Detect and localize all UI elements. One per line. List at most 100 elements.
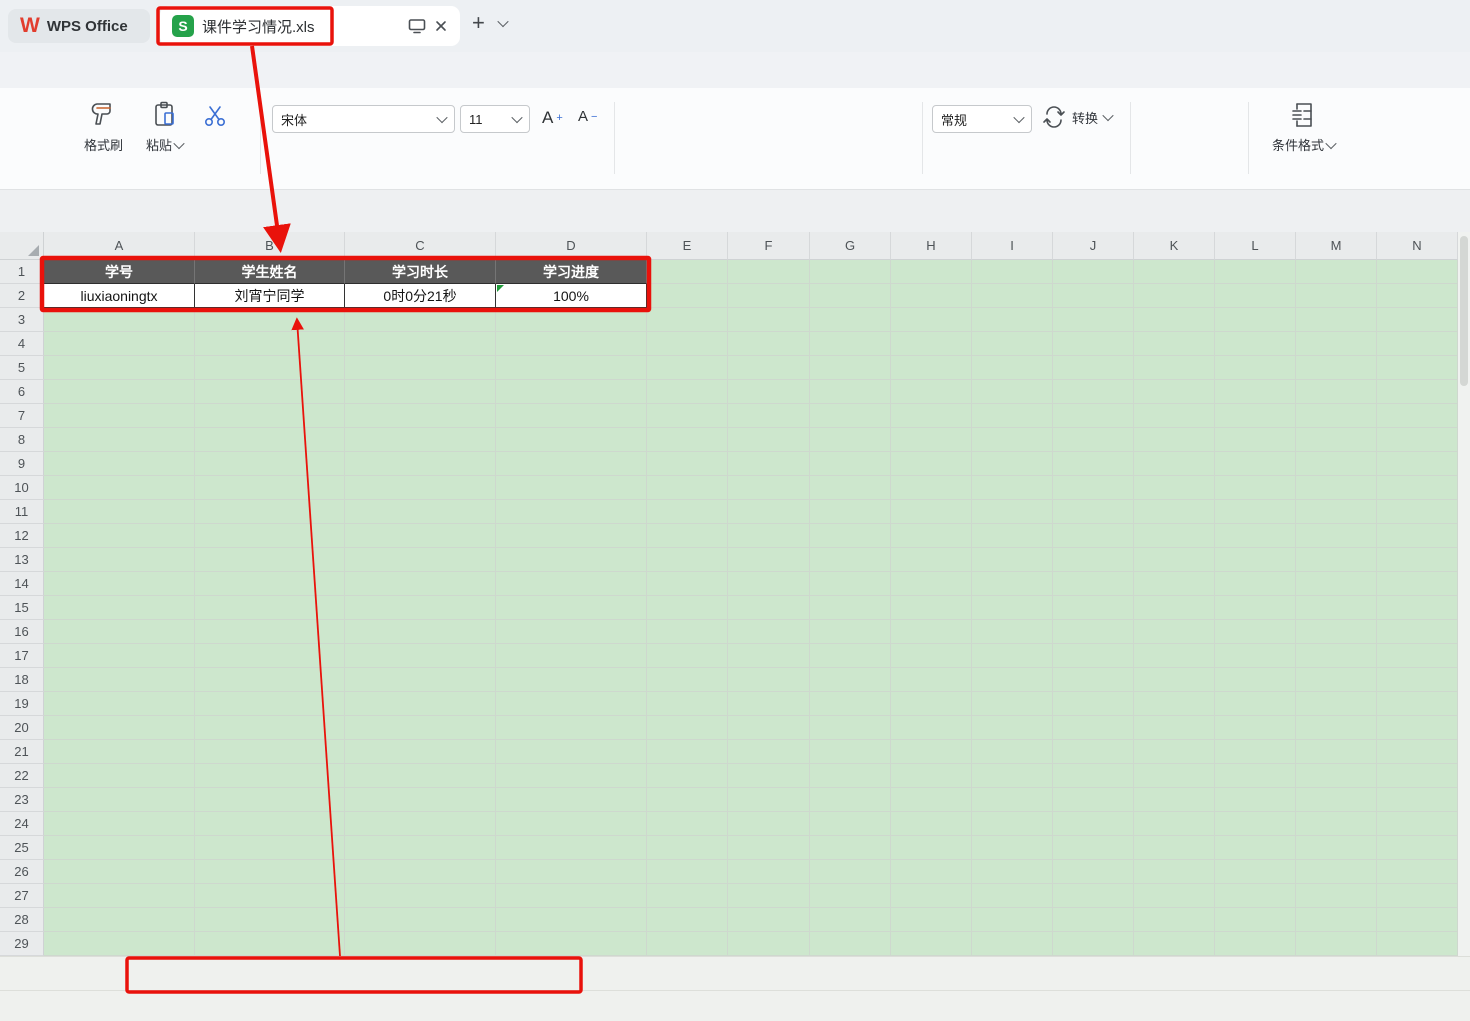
cell-E28[interactable] [647,908,728,932]
cell-G15[interactable] [810,596,891,620]
column-header-D[interactable]: D [496,232,647,260]
cell-C29[interactable] [345,932,496,956]
cell-G12[interactable] [810,524,891,548]
cell-J7[interactable] [1053,404,1134,428]
cell-M16[interactable] [1296,620,1377,644]
cell-G6[interactable] [810,380,891,404]
cell-F21[interactable] [728,740,810,764]
cell-A11[interactable] [44,500,195,524]
cell-M10[interactable] [1296,476,1377,500]
cell-I17[interactable] [972,644,1053,668]
cell-N8[interactable] [1377,428,1458,452]
cell-F13[interactable] [728,548,810,572]
cell-M26[interactable] [1296,860,1377,884]
cell-A9[interactable] [44,452,195,476]
cell-L23[interactable] [1215,788,1296,812]
cell-J20[interactable] [1053,716,1134,740]
cell-D26[interactable] [496,860,647,884]
decrease-font-button[interactable]: A− [578,108,597,125]
cell-J15[interactable] [1053,596,1134,620]
cell-G26[interactable] [810,860,891,884]
cell-A12[interactable] [44,524,195,548]
cell-H27[interactable] [891,884,972,908]
cell-K13[interactable] [1134,548,1215,572]
cell-G7[interactable] [810,404,891,428]
cell-F22[interactable] [728,764,810,788]
cell-G22[interactable] [810,764,891,788]
cell-D2[interactable]: 100% [496,284,647,308]
cell-A3[interactable] [44,308,195,332]
cell-F10[interactable] [728,476,810,500]
cell-F25[interactable] [728,836,810,860]
cell-M28[interactable] [1296,908,1377,932]
cell-F28[interactable] [728,908,810,932]
cell-K1[interactable] [1134,260,1215,284]
cell-G20[interactable] [810,716,891,740]
cell-A4[interactable] [44,332,195,356]
cell-B2[interactable]: 刘宵宁同学 [195,284,345,308]
column-header-K[interactable]: K [1134,232,1215,260]
row-header-9[interactable]: 9 [0,452,44,476]
row-header-14[interactable]: 14 [0,572,44,596]
cell-B11[interactable] [195,500,345,524]
cell-I19[interactable] [972,692,1053,716]
cell-M3[interactable] [1296,308,1377,332]
cell-E5[interactable] [647,356,728,380]
cell-L9[interactable] [1215,452,1296,476]
cell-M19[interactable] [1296,692,1377,716]
cell-I5[interactable] [972,356,1053,380]
cell-B28[interactable] [195,908,345,932]
conditional-format-chevron-icon[interactable] [1325,137,1336,148]
cell-A1[interactable]: 学号 [44,260,195,284]
cell-G24[interactable] [810,812,891,836]
cell-K5[interactable] [1134,356,1215,380]
cell-C15[interactable] [345,596,496,620]
cell-K16[interactable] [1134,620,1215,644]
cell-J5[interactable] [1053,356,1134,380]
cell-M15[interactable] [1296,596,1377,620]
cell-D13[interactable] [496,548,647,572]
cell-I24[interactable] [972,812,1053,836]
increase-font-button[interactable]: A+ [542,108,563,128]
cell-E14[interactable] [647,572,728,596]
cell-E15[interactable] [647,596,728,620]
cell-F3[interactable] [728,308,810,332]
cell-L6[interactable] [1215,380,1296,404]
cell-L28[interactable] [1215,908,1296,932]
cell-C20[interactable] [345,716,496,740]
row-header-10[interactable]: 10 [0,476,44,500]
row-header-4[interactable]: 4 [0,332,44,356]
cell-N22[interactable] [1377,764,1458,788]
cell-I3[interactable] [972,308,1053,332]
cell-D23[interactable] [496,788,647,812]
cell-B18[interactable] [195,668,345,692]
cell-L10[interactable] [1215,476,1296,500]
cell-M1[interactable] [1296,260,1377,284]
row-header-6[interactable]: 6 [0,380,44,404]
cell-J29[interactable] [1053,932,1134,956]
cell-D15[interactable] [496,596,647,620]
cell-D21[interactable] [496,740,647,764]
cell-H11[interactable] [891,500,972,524]
cell-K12[interactable] [1134,524,1215,548]
cell-A24[interactable] [44,812,195,836]
cell-H3[interactable] [891,308,972,332]
cell-J25[interactable] [1053,836,1134,860]
cell-N29[interactable] [1377,932,1458,956]
cell-E12[interactable] [647,524,728,548]
cell-F17[interactable] [728,644,810,668]
cell-E26[interactable] [647,860,728,884]
row-header-25[interactable]: 25 [0,836,44,860]
cell-C24[interactable] [345,812,496,836]
cell-H16[interactable] [891,620,972,644]
row-header-27[interactable]: 27 [0,884,44,908]
cell-F16[interactable] [728,620,810,644]
cell-B21[interactable] [195,740,345,764]
cell-E6[interactable] [647,380,728,404]
cell-D16[interactable] [496,620,647,644]
cell-C9[interactable] [345,452,496,476]
cell-J8[interactable] [1053,428,1134,452]
cell-A17[interactable] [44,644,195,668]
cell-I22[interactable] [972,764,1053,788]
cell-I14[interactable] [972,572,1053,596]
